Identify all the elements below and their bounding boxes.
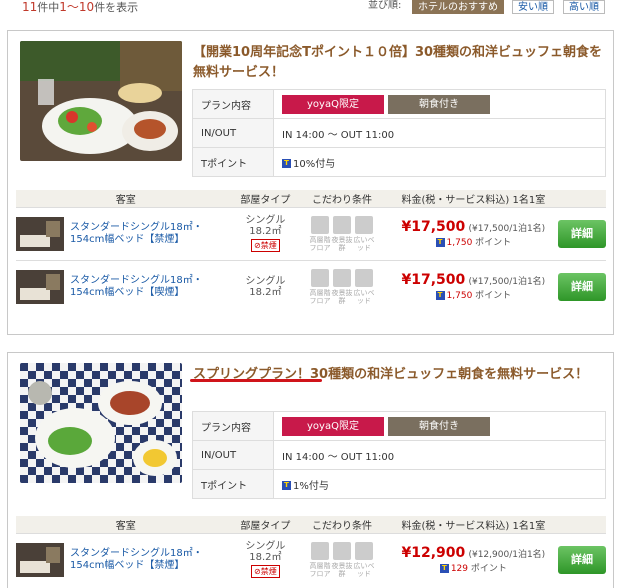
night-view-icon: 夜景抜群	[331, 268, 353, 305]
room-table: 客室 部屋タイプ こだわり条件 料金(税・サービス料込) 1名1室 スタンダード…	[16, 516, 606, 586]
price-per-person: (¥17,500/1泊1名)	[468, 277, 546, 288]
points-value: 1,750	[446, 291, 473, 302]
high-floor-icon: 高層階フロア	[309, 541, 331, 578]
type-header: 部屋タイプ	[235, 190, 296, 207]
breakfast-tag: 朝食付き	[388, 416, 490, 436]
type-header: 部屋タイプ	[235, 516, 296, 533]
plan-info-table: プラン内容 yoyaQ限定 朝食付き IN/OUT IN 14:00 〜 OUT …	[192, 411, 606, 499]
breakfast-tag: 朝食付き	[388, 94, 490, 114]
room-type: シングル	[245, 215, 286, 226]
wide-bed-icon: 広いベッド	[353, 215, 375, 252]
night-view-icon: 夜景抜群	[331, 541, 353, 578]
plan-content-label: プラン内容	[192, 411, 274, 441]
sort-label: 並び順:	[368, 0, 402, 11]
plan-card: スプリングプラン！30種類の和洋ビュッフェ朝食を無料サービス！ プラン内容 yo…	[7, 352, 614, 588]
table-row: スタンダードシングル18㎡・154cm幅ベッド【喫煙】 シングル 18.2㎡ 高層…	[16, 259, 606, 313]
yoyaq-tag: yoyaQ限定	[282, 416, 384, 436]
inout-label: IN/OUT	[192, 118, 274, 148]
plan-photo[interactable]	[20, 41, 182, 161]
plan-card: 【開業10周年記念Tポイント１０倍】30種類の和洋ビュッフェ朝食を無料サービス！…	[7, 30, 614, 335]
result-total: 11	[22, 0, 38, 14]
room-photo[interactable]	[16, 216, 64, 251]
room-name-link[interactable]: スタンダードシングル18㎡・154cm幅ベッド【喫煙】	[70, 275, 220, 299]
plan-info-table: プラン内容 yoyaQ限定 朝食付き IN/OUT IN 14:00 〜 OUT …	[192, 89, 606, 177]
points-value: 1,750	[446, 238, 473, 248]
plan-content-label: プラン内容	[192, 89, 274, 119]
plan-photo[interactable]	[20, 363, 182, 483]
result-count: 11件中1〜10件を表示	[22, 0, 138, 15]
detail-button[interactable]: 詳細	[558, 272, 606, 301]
room-photo[interactable]	[16, 269, 64, 304]
plan-title-rest: 30種類の和洋ビュッフェ朝食を無料サービス！	[310, 367, 589, 382]
cond-header: こだわり条件	[295, 190, 389, 207]
inout-value: IN 14:00 〜 OUT 11:00	[273, 440, 606, 470]
price-per-person: (¥17,500/1泊1名)	[468, 224, 546, 234]
tpoint-icon: T	[282, 481, 291, 490]
inout-value: IN 14:00 〜 OUT 11:00	[273, 118, 606, 148]
wide-bed-icon: 広いベッド	[353, 268, 375, 305]
room-header: 客室	[16, 190, 236, 207]
tpoint-value: 10%付与	[293, 158, 336, 170]
room-size: 18.2㎡	[249, 286, 282, 298]
tpoint-icon: T	[282, 159, 291, 168]
sort-expensive-button[interactable]: 高い順	[563, 0, 605, 14]
no-smoking-badge: ⊘禁煙	[251, 239, 280, 252]
high-floor-icon: 高層階フロア	[309, 268, 331, 305]
room-header: 客室	[16, 516, 236, 533]
sort-recommended-button[interactable]: ホテルのおすすめ	[412, 0, 504, 14]
room-size: 18.2㎡	[249, 552, 282, 564]
price-header: 料金(税・サービス料込) 1名1室	[388, 190, 558, 207]
wide-bed-icon: 広いベッド	[353, 541, 375, 578]
tpoint-label: Tポイント	[192, 469, 274, 499]
inout-label: IN/OUT	[192, 440, 274, 470]
tpoint-label: Tポイント	[192, 147, 274, 177]
detail-button[interactable]: 詳細	[558, 219, 606, 248]
plan-title[interactable]: スプリングプラン！30種類の和洋ビュッフェ朝食を無料サービス！	[193, 365, 603, 385]
sort-cheap-button[interactable]: 安い順	[512, 0, 554, 14]
points-value: 129	[450, 564, 469, 575]
price-per-person: (¥12,900/1泊1名)	[468, 550, 546, 561]
result-total-suffix: 件中	[37, 1, 60, 14]
night-view-icon: 夜景抜群	[331, 215, 353, 252]
annotation-underline	[190, 379, 322, 382]
cond-header: こだわり条件	[295, 516, 389, 533]
table-row: スタンダードシングル18㎡・154cm幅ベッド【禁煙】 シングル 18.2㎡ ⊘禁煙…	[16, 532, 606, 586]
results-bar: 11件中1〜10件を表示 並び順: ホテルのおすすめ 安い順 高い順	[0, 0, 622, 18]
result-range: 1〜10	[59, 0, 95, 14]
tpoint-icon: T	[439, 564, 449, 574]
room-table: 客室 部屋タイプ こだわり条件 料金(税・サービス料込) 1名1室 スタンダード…	[16, 190, 606, 313]
room-size: 18.2㎡	[249, 226, 282, 237]
yoyaq-tag: yoyaQ限定	[282, 94, 384, 114]
high-floor-icon: 高層階フロア	[309, 215, 331, 252]
room-name-link[interactable]: スタンダードシングル18㎡・154cm幅ベッド【禁煙】	[70, 548, 220, 572]
table-row: スタンダードシングル18㎡・154cm幅ベッド【禁煙】 シングル 18.2㎡ ⊘禁煙…	[16, 206, 606, 260]
price: ¥17,500	[401, 219, 466, 235]
price-header: 料金(税・サービス料込) 1名1室	[388, 516, 558, 533]
result-range-suffix: 件を表示	[94, 1, 139, 14]
room-photo[interactable]	[16, 542, 64, 577]
tpoint-icon: T	[435, 238, 445, 247]
plan-title[interactable]: 【開業10周年記念Tポイント１０倍】30種類の和洋ビュッフェ朝食を無料サービス！	[193, 43, 603, 83]
detail-button[interactable]: 詳細	[558, 545, 606, 574]
tpoint-value: 1%付与	[293, 480, 329, 492]
tpoint-icon: T	[435, 291, 445, 301]
no-smoking-badge: ⊘禁煙	[251, 565, 280, 579]
price: ¥17,500	[401, 272, 466, 289]
room-name-link[interactable]: スタンダードシングル18㎡・154cm幅ベッド【禁煙】	[70, 222, 220, 246]
price: ¥12,900	[401, 545, 466, 562]
room-type: シングル	[245, 541, 286, 553]
room-type: シングル	[245, 275, 286, 287]
